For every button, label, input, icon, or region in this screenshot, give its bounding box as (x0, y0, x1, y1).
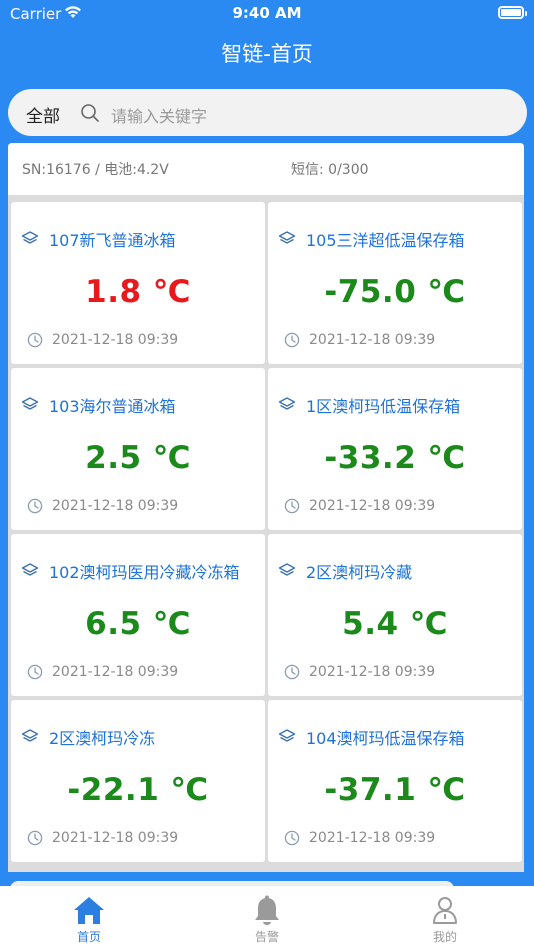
home-icon (72, 894, 106, 930)
sensor-card[interactable]: 2区澳柯玛冷冻 -22.1 ℃ 2021-12-18 09:39 (11, 700, 265, 862)
sensor-temperature: 2.5 ℃ (85, 440, 191, 476)
sms-count: 短信: 0/300 (291, 162, 369, 178)
sensor-timestamp: 2021-12-18 09:39 (52, 664, 179, 680)
clock-icon (27, 332, 43, 348)
sensor-timestamp: 2021-12-18 09:39 (309, 830, 436, 846)
sensor-temperature: -33.2 ℃ (324, 440, 466, 476)
battery-icon (498, 6, 527, 19)
sensor-card[interactable]: 104澳柯玛低温保存箱 -37.1 ℃ 2021-12-18 09:39 (268, 700, 522, 862)
layers-icon (21, 562, 39, 580)
sensor-timestamp: 2021-12-18 09:39 (309, 664, 436, 680)
sensor-timestamp: 2021-12-18 09:39 (309, 498, 436, 514)
layers-icon (21, 230, 39, 248)
sensor-temperature: -22.1 ℃ (67, 772, 209, 808)
sensor-card[interactable]: 103海尔普通冰箱 2.5 ℃ 2021-12-18 09:39 (11, 368, 265, 530)
device-info-row: SN:16176 / 电池:4.2V 短信: 0/300 (8, 143, 524, 195)
sensor-card[interactable]: 2区澳柯玛冷藏 5.4 ℃ 2021-12-18 09:39 (268, 534, 522, 696)
clock-icon (284, 498, 300, 514)
device-panel: SN:16176 / 电池:4.2V 短信: 0/300 107新飞普通冰箱 1… (8, 143, 524, 872)
sensor-temperature: -75.0 ℃ (324, 274, 466, 310)
search-icon (80, 103, 100, 127)
sensor-timestamp: 2021-12-18 09:39 (52, 498, 179, 514)
layers-icon (278, 396, 296, 414)
sensor-name: 103海尔普通冰箱 (49, 397, 176, 416)
layers-icon (21, 728, 39, 746)
sensor-name: 104澳柯玛低温保存箱 (306, 729, 465, 748)
tab-bar: 首页 告警 我的 (0, 886, 534, 950)
clock-icon (27, 664, 43, 680)
clock-icon (284, 664, 300, 680)
clock-icon (27, 498, 43, 514)
sensor-name: 102澳柯玛医用冷藏冷冻箱 (49, 563, 240, 582)
tab-alarm[interactable]: 告警 (178, 886, 356, 950)
sensor-temperature: 5.4 ℃ (342, 606, 448, 642)
sensor-temperature: 1.8 ℃ (85, 274, 191, 310)
sensor-name: 1区澳柯玛低温保存箱 (306, 397, 461, 416)
sensor-name: 2区澳柯玛冷藏 (306, 563, 413, 582)
sensor-card[interactable]: 102澳柯玛医用冷藏冷冻箱 6.5 ℃ 2021-12-18 09:39 (11, 534, 265, 696)
sensor-card-grid: 107新飞普通冰箱 1.8 ℃ 2021-12-18 09:39 105三洋超低… (11, 202, 523, 862)
clock-icon (27, 830, 43, 846)
search-input[interactable]: 请输入关键字 (111, 103, 207, 127)
clock-icon (284, 332, 300, 348)
tab-home[interactable]: 首页 (0, 886, 178, 950)
sensor-timestamp: 2021-12-18 09:39 (309, 332, 436, 348)
tab-label: 首页 (76, 930, 101, 944)
search-bar[interactable]: 全部 请输入关键字 (8, 89, 527, 136)
layers-icon (278, 728, 296, 746)
clock-time: 9:40 AM (232, 4, 302, 22)
sensor-card[interactable]: 107新飞普通冰箱 1.8 ℃ 2021-12-18 09:39 (11, 202, 265, 364)
sensor-card[interactable]: 105三洋超低温保存箱 -75.0 ℃ 2021-12-18 09:39 (268, 202, 522, 364)
tab-label: 我的 (432, 930, 457, 944)
sensor-timestamp: 2021-12-18 09:39 (52, 830, 179, 846)
status-bar: Carrier 9:40 AM (0, 0, 534, 28)
clock-icon (284, 830, 300, 846)
sensor-temperature: -37.1 ℃ (324, 772, 466, 808)
tab-mine[interactable]: 我的 (356, 886, 534, 950)
user-icon (430, 894, 460, 930)
sensor-name: 105三洋超低温保存箱 (306, 231, 465, 250)
page-title: 智链-首页 (221, 42, 313, 66)
sensor-name: 2区澳柯玛冷冻 (49, 729, 156, 748)
bell-icon (252, 894, 282, 930)
layers-icon (278, 230, 296, 248)
sensor-timestamp: 2021-12-18 09:39 (52, 332, 179, 348)
layers-icon (21, 396, 39, 414)
device-sn-battery: SN:16176 / 电池:4.2V (22, 162, 169, 178)
sensor-card[interactable]: 1区澳柯玛低温保存箱 -33.2 ℃ 2021-12-18 09:39 (268, 368, 522, 530)
sensor-name: 107新飞普通冰箱 (49, 231, 176, 250)
sensor-temperature: 6.5 ℃ (85, 606, 191, 642)
search-scope-selector[interactable]: 全部 (26, 102, 60, 127)
layers-icon (278, 562, 296, 580)
tab-label: 告警 (254, 930, 279, 944)
